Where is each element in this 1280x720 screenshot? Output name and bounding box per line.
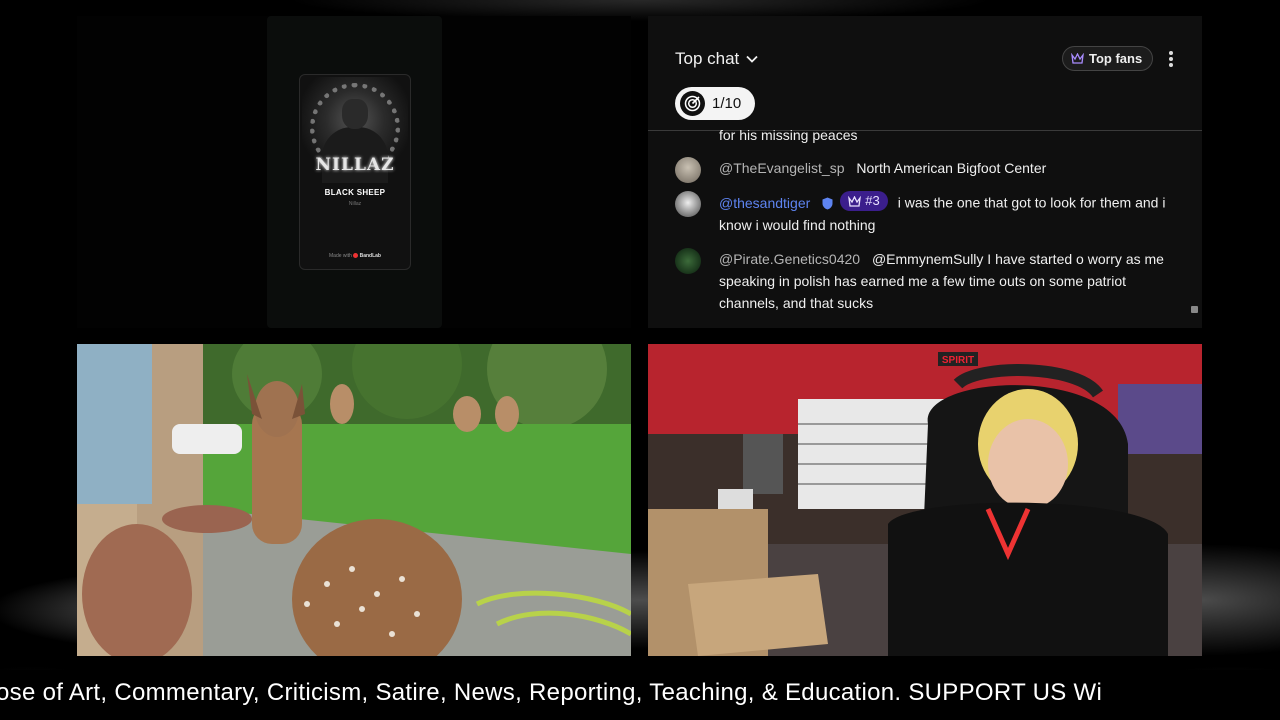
top-fan-rank-badge: #3 — [840, 191, 888, 211]
song-artist: Nillaz — [348, 201, 362, 207]
message-author[interactable]: @thesandtiger — [719, 195, 810, 211]
music-panel: NILLAZ BLACK SHEEP Nillaz Made with Band… — [77, 16, 631, 328]
avatar[interactable] — [675, 191, 701, 217]
album-art: NILLAZ — [302, 77, 408, 183]
album-logo: NILLAZ — [315, 155, 395, 175]
chevron-down-icon — [746, 55, 758, 63]
album-preview: NILLAZ BLACK SHEEP Nillaz Made with Band… — [299, 74, 411, 270]
message-author[interactable]: @TheEvangelist_sp — [719, 160, 845, 176]
deer-video-feed — [77, 344, 631, 656]
top-fans-label: Top fans — [1089, 51, 1143, 66]
song-title: BLACK SHEEP — [324, 188, 386, 197]
music-card: NILLAZ BLACK SHEEP Nillaz Made with Band… — [267, 16, 442, 328]
verified-badge-icon — [822, 197, 833, 209]
garage-scene: SPIRIT — [648, 344, 1202, 656]
chat-message-list[interactable]: for his missing peaces @TheEvangelist_sp… — [648, 127, 1202, 328]
ticker-text: ose of Art, Commentary, Criticism, Satir… — [0, 679, 1103, 706]
message-text: North American Bigfoot Center — [856, 160, 1047, 176]
chat-mode-dropdown[interactable]: Top chat — [675, 49, 759, 69]
chat-mode-label: Top chat — [675, 49, 740, 68]
chat-scrollbar[interactable] — [1191, 306, 1198, 313]
live-chat-panel: Top chat Top fans 1/10 for his missing p… — [648, 16, 1202, 328]
made-with-label: Made with — [329, 253, 352, 259]
target-icon — [680, 91, 705, 116]
streamer-webcam-feed: SPIRIT — [648, 344, 1202, 656]
message-author[interactable]: @Pirate.Genetics0420 — [719, 251, 860, 267]
crown-icon — [1071, 53, 1084, 64]
made-with-footer: Made with BandLab — [300, 253, 410, 259]
wall-sign: SPIRIT — [942, 355, 974, 366]
avatar[interactable] — [675, 157, 701, 183]
top-fans-button[interactable]: Top fans — [1062, 46, 1154, 71]
rank-label: #3 — [865, 193, 880, 208]
bandlab-logo-icon — [353, 253, 359, 259]
brand-label: BandLab — [359, 253, 381, 259]
scrolling-ticker: ose of Art, Commentary, Criticism, Satir… — [0, 676, 1280, 712]
chat-goal-pill[interactable]: 1/10 — [675, 87, 756, 120]
more-options-icon[interactable] — [1164, 49, 1178, 69]
chat-header: Top chat Top fans 1/10 — [648, 16, 1202, 131]
crown-icon — [848, 195, 862, 207]
goal-progress: 1/10 — [712, 95, 742, 112]
deer-scene — [77, 344, 631, 656]
avatar[interactable] — [675, 248, 701, 274]
message-text: for his missing peaces — [719, 127, 858, 143]
album-art-figure-head — [342, 99, 368, 129]
